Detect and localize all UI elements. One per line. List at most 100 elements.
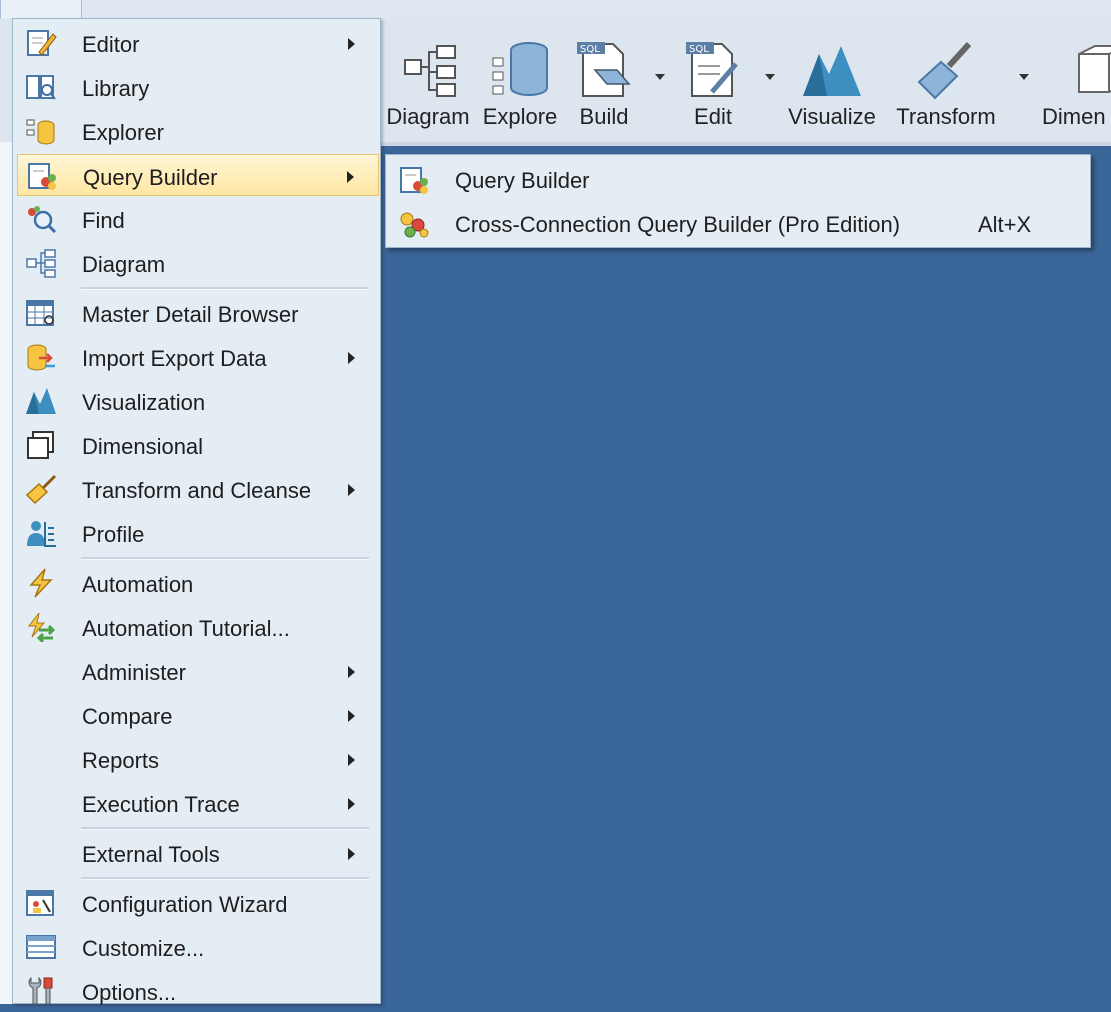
menu-item-customize[interactable]: Customize... (17, 926, 379, 968)
menu-item-label: Profile (82, 522, 145, 547)
menu-item-label: Library (82, 76, 150, 101)
submenu-item-label: Cross-Connection Query Builder (Pro Edit… (455, 212, 901, 237)
submenu-arrow-icon (348, 710, 355, 722)
edit-dropdown-arrow[interactable] (765, 74, 775, 80)
menu-item-import-export-data[interactable]: Import Export Data (17, 336, 379, 378)
customize-icon (26, 935, 56, 959)
menu-item-label: Options... (82, 980, 177, 1005)
menu-tools-open[interactable] (0, 0, 82, 19)
svg-text:SQL: SQL (689, 44, 709, 55)
menu-item-transform-and-cleanse[interactable]: Transform and Cleanse (17, 468, 379, 510)
menu-item-label: Transform and Cleanse (82, 478, 312, 503)
menu-item-execution-trace[interactable]: Execution Trace (17, 782, 379, 824)
menu-item-external-tools[interactable]: External Tools (17, 832, 379, 874)
toolbar-label: Diagram (386, 104, 470, 129)
toolbar-label: Dimen (1042, 104, 1106, 129)
menu-item-reports[interactable]: Reports (17, 738, 379, 780)
tools-icon (28, 976, 53, 1005)
menu-item-label: Diagram (82, 252, 166, 277)
menu-separator (81, 877, 369, 880)
submenu-arrow-icon (348, 484, 355, 496)
submenu-item-query-builder[interactable]: Query Builder (388, 157, 1088, 201)
menu-item-label: Configuration Wizard (82, 892, 288, 917)
menu-item-label: Query Builder (83, 165, 218, 190)
toolbar-label: Build (579, 104, 629, 129)
toolbar-diagram-button[interactable]: Diagram (382, 32, 474, 142)
submenu-item-cross-connection-query-builder[interactable]: Cross-Connection Query Builder (Pro Edit… (388, 201, 1088, 245)
explorer-icon (26, 119, 55, 145)
diagram-icon (26, 249, 56, 278)
import-export-icon (27, 344, 55, 371)
toolbar-transform-button[interactable]: Transform (890, 32, 1002, 142)
build-dropdown-arrow[interactable] (655, 74, 665, 80)
menu-item-visualization[interactable]: Visualization (17, 380, 379, 422)
dimensional-icon (27, 431, 54, 459)
menu-item-label: Editor (82, 32, 140, 57)
menu-item-label: Visualization (82, 390, 206, 415)
toolbar-label: Visualize (788, 104, 876, 129)
menu-item-library[interactable]: Library (17, 66, 379, 108)
transform-dropdown-arrow[interactable] (1019, 74, 1029, 80)
svg-text:SQL: SQL (580, 44, 600, 55)
menu-item-label: Dimensional (82, 434, 204, 459)
menu-item-profile[interactable]: Profile (17, 512, 379, 554)
lightning-icon (29, 568, 53, 598)
sql-edit-icon: SQL (686, 42, 738, 97)
cross-connection-icon (400, 212, 429, 238)
query-builder-submenu: Query Builder Cross-Connection Query Bui… (385, 154, 1091, 248)
find-icon (28, 206, 57, 234)
query-builder-icon (28, 163, 56, 190)
menu-separator (81, 827, 369, 830)
menu-item-automation[interactable]: Automation (17, 562, 379, 604)
menu-item-label: Master Detail Browser (82, 302, 299, 327)
menu-item-configuration-wizard[interactable]: Configuration Wizard (17, 882, 379, 924)
submenu-item-label: Query Builder (455, 168, 590, 193)
menu-item-label: Automation Tutorial... (82, 616, 290, 641)
toolbar-label: Explore (482, 104, 558, 129)
profile-icon (27, 521, 56, 547)
submenu-arrow-icon (348, 38, 355, 50)
menu-item-find[interactable]: Find (17, 198, 379, 240)
toolbar-label: Transform (896, 104, 996, 129)
menu-item-label: Customize... (82, 936, 205, 961)
submenu-arrow-icon (348, 798, 355, 810)
menu-item-dimensional[interactable]: Dimensional (17, 424, 379, 466)
menu-item-label: Import Export Data (82, 346, 267, 371)
toolbar-edit-button[interactable]: SQL Edit (678, 32, 748, 142)
query-builder-icon (400, 167, 428, 194)
menu-item-diagram[interactable]: Diagram (17, 242, 379, 284)
menu-item-label: Explorer (82, 120, 164, 145)
menu-separator (81, 287, 369, 290)
toolbar-build-button[interactable]: SQL Build (566, 32, 642, 142)
broom-icon (25, 474, 57, 504)
menu-item-administer[interactable]: Administer (17, 650, 379, 692)
submenu-arrow-icon (348, 754, 355, 766)
grid-icon (26, 300, 54, 326)
menu-item-options[interactable]: Options... (17, 970, 379, 1012)
toolbar-explore-button[interactable]: Explore (478, 32, 562, 142)
menu-item-label: Administer (82, 660, 186, 685)
menu-item-label: Find (82, 208, 125, 233)
tutorial-icon (27, 612, 56, 642)
diagram-icon (404, 45, 456, 97)
toolbar-visualize-button[interactable]: Visualize (786, 32, 878, 142)
menu-item-label: Reports (82, 748, 160, 773)
menu-item-query-builder[interactable]: Query Builder (17, 154, 379, 196)
menu-bar (0, 0, 1111, 19)
menu-separator (81, 557, 369, 560)
menu-item-compare[interactable]: Compare (17, 694, 379, 736)
submenu-arrow-icon (348, 666, 355, 678)
menu-item-editor[interactable]: Editor (17, 22, 379, 64)
broom-icon (917, 41, 972, 100)
submenu-arrow-icon (348, 848, 355, 860)
sql-build-icon: SQL (577, 42, 631, 97)
menu-item-explorer[interactable]: Explorer (17, 110, 379, 152)
menu-item-master-detail-browser[interactable]: Master Detail Browser (17, 292, 379, 334)
menu-item-label: External Tools (82, 842, 220, 867)
submenu-arrow-icon (347, 171, 354, 183)
library-icon (26, 75, 56, 100)
menu-item-label: Automation (82, 572, 194, 597)
menu-item-automation-tutorial[interactable]: Automation Tutorial... (17, 606, 379, 648)
tools-menu: Editor Library Explorer Query Builder Fi… (12, 18, 381, 1005)
toolbar-dimensional-button[interactable]: Dimen (1040, 32, 1111, 142)
